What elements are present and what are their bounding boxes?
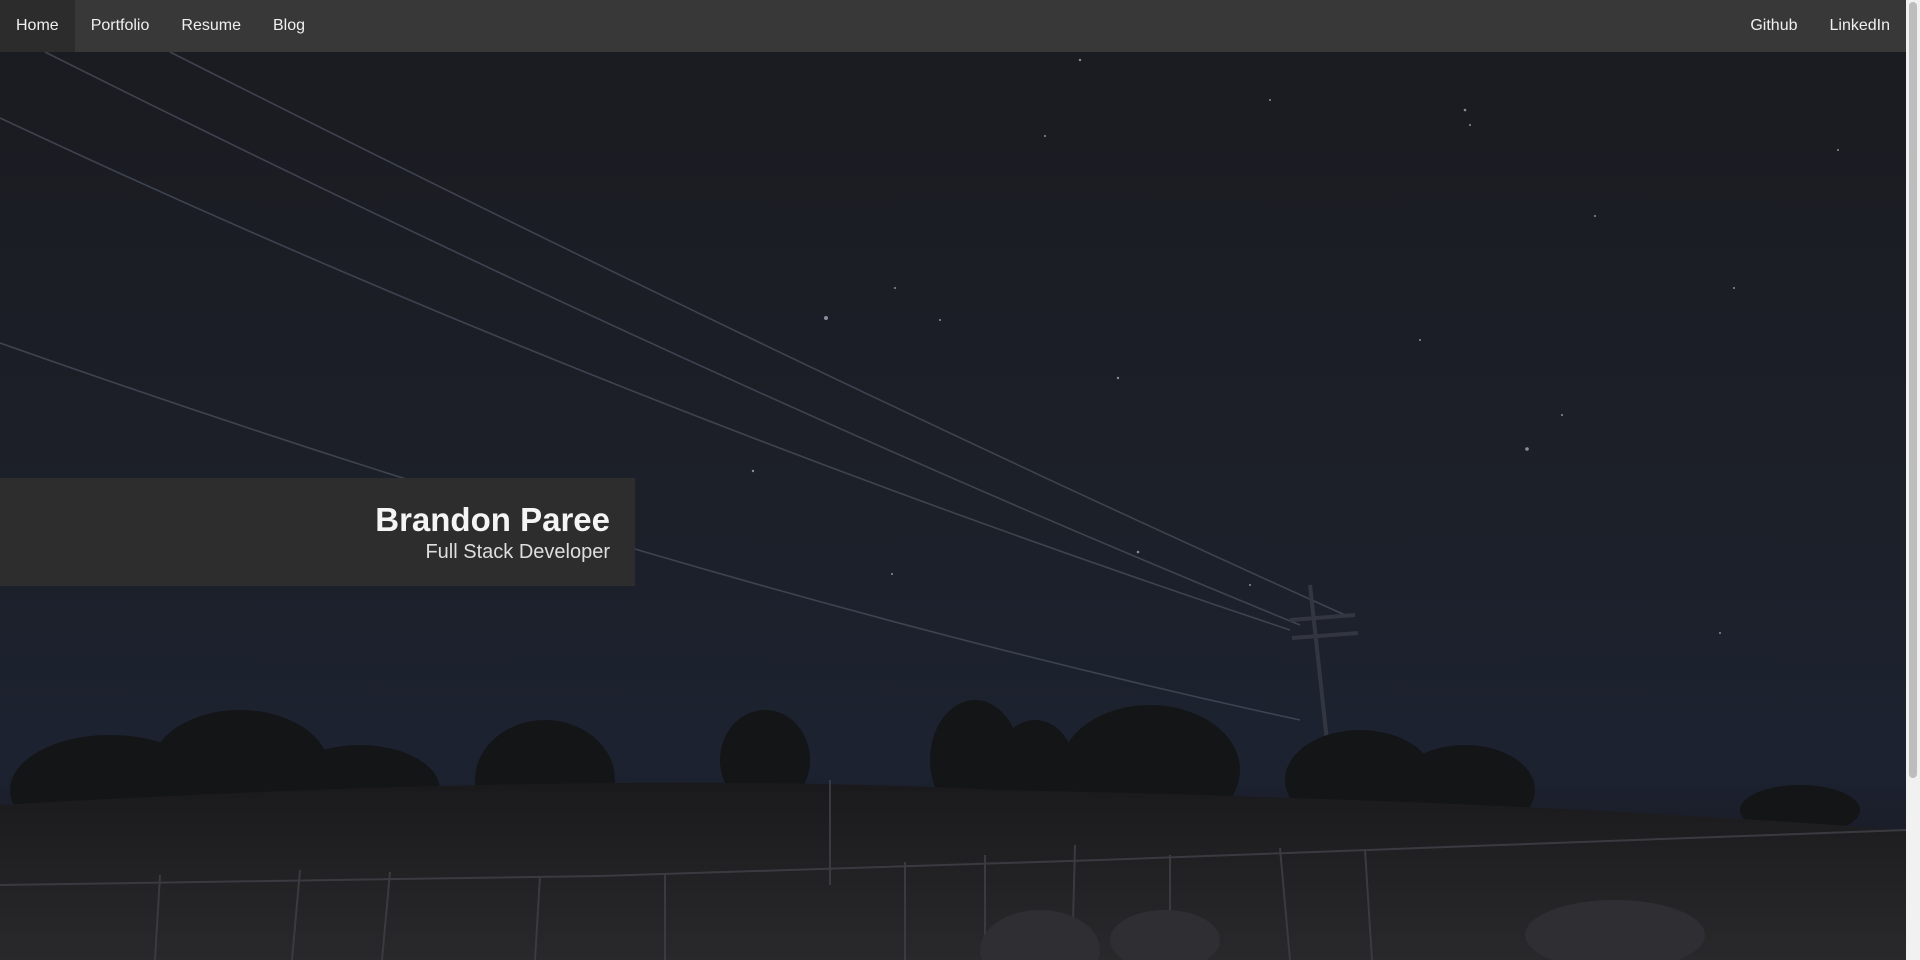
nav-resume-link[interactable]: Resume	[165, 0, 257, 52]
nav-right-group: Github LinkedIn	[1734, 0, 1906, 52]
hero-role: Full Stack Developer	[425, 541, 610, 563]
page: Home Portfolio Resume Blog Github Linked…	[0, 0, 1920, 960]
nav-blog-link[interactable]: Blog	[257, 0, 321, 52]
hero-name: Brandon Paree	[375, 501, 610, 538]
nav-portfolio-link[interactable]: Portfolio	[75, 0, 166, 52]
scrollbar-thumb[interactable]	[1909, 2, 1917, 778]
nav-left-group: Home Portfolio Resume Blog	[0, 0, 321, 52]
nav-linkedin-link[interactable]: LinkedIn	[1814, 0, 1907, 52]
vertical-scrollbar[interactable]	[1906, 0, 1920, 960]
nav-github-link[interactable]: Github	[1734, 0, 1813, 52]
nav-home-link[interactable]: Home	[0, 0, 75, 52]
hero-name-card: Brandon Paree Full Stack Developer	[0, 478, 635, 586]
navbar: Home Portfolio Resume Blog Github Linked…	[0, 0, 1906, 52]
